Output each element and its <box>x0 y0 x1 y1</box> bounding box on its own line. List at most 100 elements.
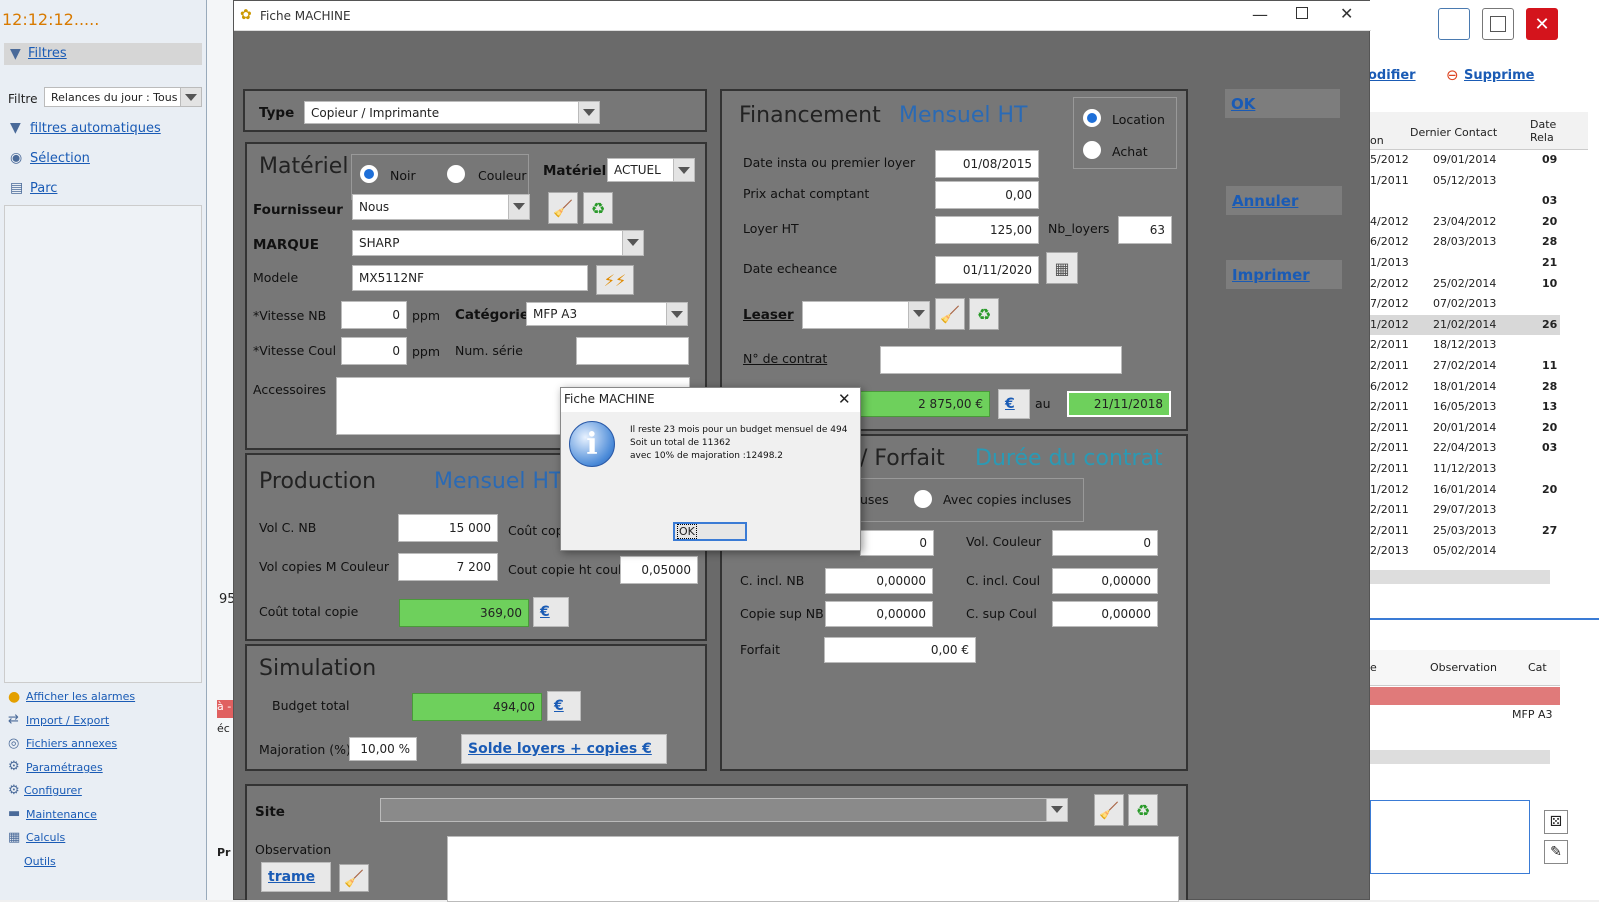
vol-coul-input[interactable]: 7 200 <box>398 553 498 581</box>
column-header[interactable]: Dernier Contact <box>1410 126 1497 139</box>
vol-nb-input[interactable]: 0 <box>860 530 934 556</box>
horizontal-scrollbar[interactable] <box>1370 570 1550 584</box>
annex-files-link[interactable]: Fichiers annexes <box>26 737 117 750</box>
euro-button[interactable]: € <box>998 389 1030 419</box>
sup-coul-input[interactable]: 0,00000 <box>1052 601 1158 627</box>
filters-link[interactable]: Filtres <box>28 46 67 61</box>
nb-loyers-input[interactable]: 63 <box>1118 216 1172 244</box>
modifier-link[interactable]: odifier <box>1368 68 1416 83</box>
table-row[interactable]: 1/2012 16/01/2014 20 <box>1370 480 1560 500</box>
close-button[interactable]: ✕ <box>1340 4 1353 23</box>
calculs-link[interactable]: Calculs <box>26 831 65 844</box>
vol-nb-input[interactable]: 15 000 <box>398 514 498 542</box>
materiel-select[interactable]: ACTUEL <box>607 158 695 182</box>
configure-link[interactable]: Configurer <box>24 784 82 797</box>
maximize-app-button[interactable] <box>1482 8 1514 40</box>
noir-radio[interactable] <box>359 164 379 184</box>
echeance-input[interactable]: 01/11/2020 <box>935 256 1039 284</box>
type-select[interactable]: Copieur / Imprimante <box>304 101 600 124</box>
annuler-button[interactable]: Annuler <box>1226 186 1342 215</box>
edit-icon[interactable]: ✎ <box>1544 840 1568 864</box>
marque-select[interactable]: SHARP <box>352 230 644 256</box>
recycle-icon[interactable]: ♻ <box>969 298 999 330</box>
outils-link[interactable]: Outils <box>24 855 56 868</box>
table-row[interactable]: 03 <box>1370 191 1560 211</box>
close-app-button[interactable]: ✕ <box>1526 8 1558 40</box>
vitesse-coul-input[interactable]: 0 <box>341 337 407 365</box>
maintenance-link[interactable]: Maintenance <box>26 808 97 821</box>
prix-achat-input[interactable]: 0,00 <box>935 181 1039 209</box>
location-radio[interactable] <box>1082 108 1102 128</box>
import-export-link[interactable]: Import / Export <box>26 714 109 727</box>
dialog-ok-button[interactable]: OK <box>673 522 747 541</box>
table-row[interactable]: 6/2012 18/01/2014 28 <box>1370 377 1560 397</box>
dialog-close-icon[interactable]: ✕ <box>838 390 851 408</box>
incl-coul-input[interactable]: 0,00000 <box>1052 568 1158 594</box>
site-select[interactable] <box>380 798 1068 822</box>
table-row[interactable]: 7/2012 07/02/2013 <box>1370 294 1560 314</box>
observation-input[interactable] <box>447 836 1179 902</box>
column-header[interactable]: Observation <box>1430 661 1497 674</box>
modele-input[interactable]: MX5112NF <box>352 265 588 291</box>
table-row[interactable]: 2/2011 11/12/2013 <box>1370 459 1560 479</box>
euro-button[interactable]: € <box>547 691 581 721</box>
table-row[interactable]: 2/2013 05/02/2014 <box>1370 541 1560 561</box>
euro-button[interactable]: € <box>533 597 569 627</box>
supprime-link[interactable]: Supprime <box>1464 68 1534 83</box>
solde-button[interactable]: Solde loyers + copies € <box>461 734 667 764</box>
table-row[interactable]: 2/2011 16/05/2013 13 <box>1370 397 1560 417</box>
achat-radio[interactable] <box>1082 140 1102 160</box>
ok-button[interactable]: OK <box>1225 89 1340 118</box>
num-serie-input[interactable] <box>576 337 689 365</box>
broom-icon[interactable]: 🧹 <box>339 864 369 892</box>
alarms-link[interactable]: Afficher les alarmes <box>26 690 135 703</box>
table-row[interactable]: 1/2011 05/12/2013 <box>1370 171 1560 191</box>
table-row[interactable]: 5/2012 09/01/2014 09 <box>1370 150 1560 170</box>
vitesse-nb-input[interactable]: 0 <box>341 301 407 329</box>
column-header[interactable]: Cat <box>1528 661 1547 674</box>
table-row[interactable]: 2/2011 29/07/2013 <box>1370 500 1560 520</box>
trame-button[interactable]: trame <box>261 862 331 892</box>
cout-coul-input[interactable]: 0,05000 <box>620 556 698 584</box>
auto-filters-link[interactable]: filtres automatiques <box>30 121 161 136</box>
table-row[interactable]: 2/2011 18/12/2013 <box>1370 335 1560 355</box>
table-row[interactable]: 2/2011 25/03/2013 27 <box>1370 521 1560 541</box>
minimize-button[interactable]: — <box>1252 5 1268 24</box>
table-row[interactable]: 2/2011 22/04/2013 03 <box>1370 438 1560 458</box>
selection-link[interactable]: Sélection <box>30 151 90 166</box>
parametrages-link[interactable]: Paramétrages <box>26 761 103 774</box>
date-insta-input[interactable]: 01/08/2015 <box>935 150 1039 178</box>
vol-couleur-input[interactable]: 0 <box>1052 530 1158 556</box>
table-row[interactable]: 4/2012 23/04/2012 20 <box>1370 212 1560 232</box>
filter-select[interactable]: Relances du jour : Tous utilis <box>44 87 202 107</box>
loyer-input[interactable]: 125,00 <box>935 216 1039 244</box>
alert-row[interactable] <box>1370 687 1560 705</box>
incl-nb-input[interactable]: 0,00000 <box>825 568 933 594</box>
leaser-select[interactable] <box>802 301 930 329</box>
table-row[interactable]: 1/2013 21 <box>1370 253 1560 273</box>
avec-copies-radio[interactable] <box>913 489 933 509</box>
broom-icon[interactable]: 🧹 <box>935 298 965 330</box>
table-row[interactable]: 6/2012 28/03/2013 28 <box>1370 232 1560 252</box>
lightning-icon[interactable]: ⚡⚡ <box>596 265 634 295</box>
column-header[interactable]: Date Rela <box>1530 118 1560 144</box>
minimize-app-button[interactable] <box>1438 8 1470 40</box>
broom-icon[interactable]: 🧹 <box>548 192 578 224</box>
contrat-input[interactable] <box>880 346 1122 374</box>
parc-link[interactable]: Parc <box>30 181 57 196</box>
categorie-select[interactable]: MFP A3 <box>526 302 688 326</box>
recycle-icon[interactable]: ♻ <box>583 192 613 224</box>
majoration-input[interactable]: 10,00 % <box>349 737 417 761</box>
maximize-button[interactable] <box>1296 7 1308 19</box>
table-row[interactable]: 2/2012 25/02/2014 10 <box>1370 274 1560 294</box>
recycle-icon[interactable]: ♻ <box>1128 794 1158 826</box>
calculator-icon[interactable]: ▦ <box>1046 252 1078 284</box>
dice-icon[interactable]: ⚄ <box>1544 810 1568 834</box>
couleur-radio[interactable] <box>446 164 466 184</box>
table-row[interactable]: 2/2011 27/02/2014 11 <box>1370 356 1560 376</box>
broom-icon[interactable]: 🧹 <box>1094 794 1124 826</box>
filters-header[interactable]: ▼ Filtres <box>4 43 202 65</box>
fournisseur-select[interactable]: Nous <box>352 194 530 220</box>
sup-nb-input[interactable]: 0,00000 <box>825 601 933 627</box>
table-row[interactable]: 1/2012 21/02/2014 26 <box>1370 314 1560 335</box>
